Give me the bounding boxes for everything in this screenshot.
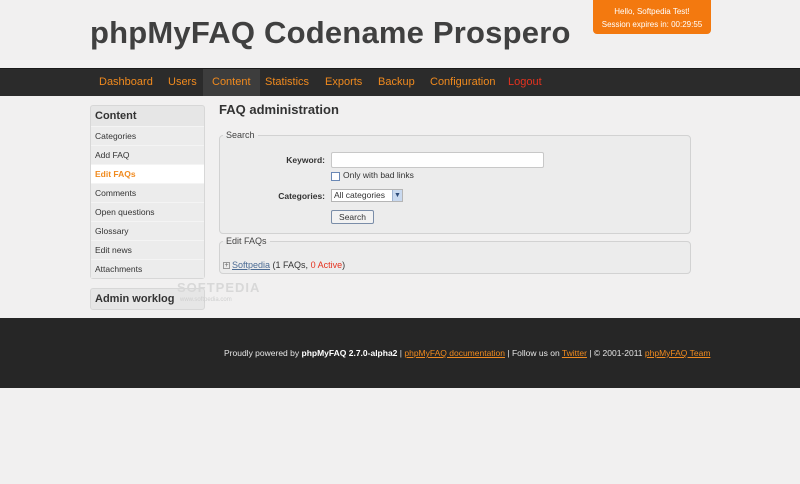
sidebar-item-categories[interactable]: Categories xyxy=(91,126,204,145)
keyword-label: Keyword: xyxy=(286,155,325,165)
sidebar-item-edit-faqs[interactable]: Edit FAQs xyxy=(91,164,204,183)
sidebar-item-glossary[interactable]: Glossary xyxy=(91,221,204,240)
categories-label: Categories: xyxy=(278,191,325,201)
sidebar-item-comments[interactable]: Comments xyxy=(91,183,204,202)
sidebar-heading: Content xyxy=(95,110,137,122)
watermark-url: www.softpedia.com xyxy=(180,297,232,303)
chevron-down-icon: ▼ xyxy=(392,190,402,201)
session-timer: Session expires in: 00:29:55 xyxy=(601,20,703,29)
category-link[interactable]: Softpedia xyxy=(232,260,270,270)
categories-select[interactable]: All categories ▼ xyxy=(331,189,403,202)
team-link[interactable]: phpMyFAQ Team xyxy=(645,348,711,358)
nav-configuration[interactable]: Configuration xyxy=(421,69,504,96)
sidebar-item-open-questions[interactable]: Open questions xyxy=(91,202,204,221)
footer-follow: | Follow us on xyxy=(507,348,560,358)
sidebar-item-edit-news[interactable]: Edit news xyxy=(91,240,204,259)
footer: Proudly powered by phpMyFAQ 2.7.0-alpha2… xyxy=(0,318,800,388)
greeting-text: Hello, Softpedia Test! xyxy=(614,7,690,16)
footer-text: Proudly powered by phpMyFAQ 2.7.0-alpha2… xyxy=(224,348,710,358)
search-button[interactable]: Search xyxy=(331,210,374,224)
footer-sep: | xyxy=(399,348,402,358)
nav-exports[interactable]: Exports xyxy=(316,69,371,96)
search-fieldset: Search Keyword: Only with bad links Cate… xyxy=(219,130,691,234)
bad-links-label: Only with bad links xyxy=(343,170,414,180)
header: phpMyFAQ Codename Prospero Hello, Softpe… xyxy=(0,0,800,68)
edit-faqs-fieldset: Edit FAQs + Softpedia (1 FAQs, 0 Active) xyxy=(219,236,691,274)
keyword-input[interactable] xyxy=(331,152,544,168)
sidebar-item-add-faq[interactable]: Add FAQ xyxy=(91,145,204,164)
expand-icon[interactable]: + xyxy=(223,262,230,270)
site-title: phpMyFAQ Codename Prospero xyxy=(90,15,571,50)
sidebar-item-attachments[interactable]: Attachments xyxy=(91,259,204,278)
nav-dashboard[interactable]: Dashboard xyxy=(90,69,162,96)
footer-prefix: Proudly powered by xyxy=(224,348,300,358)
categories-selected: All categories xyxy=(334,190,386,200)
page-title: FAQ administration xyxy=(219,102,339,117)
search-legend: Search xyxy=(226,130,255,140)
main-content: FAQ administration Search Keyword: Only … xyxy=(219,102,691,274)
close-paren: ) xyxy=(342,260,346,270)
session-info: Hello, Softpedia Test! Session expires i… xyxy=(593,0,711,34)
edit-faqs-legend: Edit FAQs xyxy=(226,236,267,246)
active-count: 0 Active xyxy=(310,260,343,270)
category-row: + Softpedia (1 FAQs, 0 Active) xyxy=(223,260,345,270)
footer-version: phpMyFAQ 2.7.0-alpha2 xyxy=(301,348,398,358)
sidebar: Content Categories Add FAQ Edit FAQs Com… xyxy=(90,105,205,310)
faq-count: (1 FAQs, xyxy=(272,260,309,270)
nav-logout[interactable]: Logout xyxy=(499,69,551,96)
bad-links-checkbox[interactable] xyxy=(331,172,340,181)
documentation-link[interactable]: phpMyFAQ documentation xyxy=(404,348,505,358)
content-panel: Content Categories Add FAQ Edit FAQs Com… xyxy=(90,105,205,279)
nav-content[interactable]: Content xyxy=(203,69,260,96)
nav-backup[interactable]: Backup xyxy=(369,69,424,96)
main-nav: Dashboard Users Content Statistics Expor… xyxy=(0,68,800,96)
footer-copyright: | © 2001-2011 xyxy=(589,348,643,358)
nav-statistics[interactable]: Statistics xyxy=(256,69,318,96)
watermark: SOFTPEDIA xyxy=(177,280,261,295)
twitter-link[interactable]: Twitter xyxy=(562,348,587,358)
nav-users[interactable]: Users xyxy=(159,69,206,96)
